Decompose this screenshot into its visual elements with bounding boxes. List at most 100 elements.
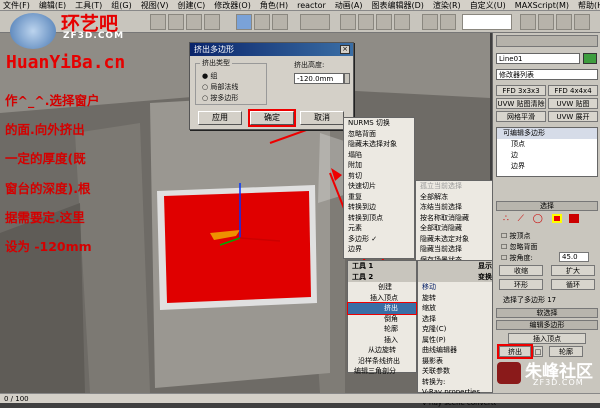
menu-6[interactable]: 修改器(O): [214, 0, 251, 11]
menu-item[interactable]: 缩放: [418, 303, 496, 314]
object-name-field[interactable]: Line01: [496, 53, 580, 64]
menu-12[interactable]: 自定义(U): [470, 0, 506, 11]
border-icon[interactable]: ◯: [533, 214, 543, 224]
menu-item[interactable]: 旋转: [418, 293, 496, 304]
menu-item[interactable]: 属性(P): [418, 335, 496, 346]
select-by-name-icon[interactable]: [186, 14, 202, 30]
scale-icon[interactable]: [272, 14, 288, 30]
curve-editor-icon[interactable]: [520, 14, 536, 30]
menu-5[interactable]: 创建(C): [177, 0, 205, 11]
radio-group[interactable]: ● 组: [202, 71, 217, 81]
close-icon[interactable]: ×: [340, 45, 350, 54]
menu-item[interactable]: 轮廓: [348, 324, 416, 335]
uvw-map-button[interactable]: UVW 贴图: [548, 98, 598, 109]
uvw-clear-button[interactable]: UVW 贴图清除: [496, 98, 546, 109]
menu-item[interactable]: 忽略背面: [344, 129, 414, 140]
menu-item[interactable]: 元素: [344, 223, 414, 234]
menu-9[interactable]: 动画(A): [335, 0, 363, 11]
cancel-button[interactable]: 取消: [300, 111, 344, 125]
menu-item[interactable]: 隐藏未选定对象: [416, 234, 492, 245]
menu-item[interactable]: 隐藏未选择对象: [344, 139, 414, 150]
by-vertex-checkbox[interactable]: ☐ 按顶点: [501, 231, 531, 241]
menu-4[interactable]: 视图(V): [141, 0, 169, 11]
pivot-icon[interactable]: [340, 14, 356, 30]
menu-item-checked[interactable]: 多边形 ✓: [344, 234, 414, 245]
radio-local-normal[interactable]: ○ 局部法线: [202, 82, 238, 92]
ring-button[interactable]: 环形: [499, 279, 543, 290]
menu-item[interactable]: 沿样条线挤出: [348, 356, 416, 367]
apply-button[interactable]: 应用: [198, 111, 242, 125]
menu-8[interactable]: reactor: [297, 1, 326, 10]
menu-item[interactable]: 隐藏当前选择: [416, 244, 492, 255]
reference-coord-dropdown[interactable]: [300, 14, 330, 30]
menu-item[interactable]: 全部取消隐藏: [416, 223, 492, 234]
percent-snap-icon[interactable]: [394, 14, 410, 30]
by-angle-checkbox[interactable]: ☐ 按角度:: [501, 253, 533, 263]
move-icon[interactable]: [236, 14, 252, 30]
menu-item[interactable]: 插入: [348, 335, 416, 346]
radio-by-polygon[interactable]: ○ 按多边形: [202, 93, 238, 103]
selection-rollout-header[interactable]: 选择: [496, 201, 598, 211]
element-icon[interactable]: [569, 214, 579, 223]
extrude-height-input[interactable]: -120.0mm: [294, 73, 344, 84]
menu-item[interactable]: 附加: [344, 160, 414, 171]
menu-item[interactable]: 倒角: [348, 314, 416, 325]
menu-item[interactable]: 移动: [418, 282, 496, 293]
menu-item[interactable]: 快速切片: [344, 181, 414, 192]
menu-item[interactable]: 从边旋转: [348, 345, 416, 356]
time-slider-status[interactable]: 0 / 100: [0, 393, 600, 403]
menu-item[interactable]: 冻结当前选择: [416, 202, 492, 213]
window-crossing-icon[interactable]: [204, 14, 220, 30]
mirror-icon[interactable]: [422, 14, 438, 30]
menu-item[interactable]: 关联参数: [418, 366, 496, 377]
object-color-swatch[interactable]: [583, 53, 597, 64]
ok-button[interactable]: 确定: [250, 111, 294, 125]
menu-11[interactable]: 渲染(R): [433, 0, 461, 11]
stack-item[interactable]: 边界: [497, 161, 597, 172]
render-setup-icon[interactable]: [556, 14, 572, 30]
insert-vertex-button[interactable]: 插入顶点: [508, 333, 586, 344]
select-icon[interactable]: [150, 14, 166, 30]
angle-snap-icon[interactable]: [376, 14, 392, 30]
menu-item[interactable]: 转换为:: [418, 377, 496, 388]
vertex-icon[interactable]: ∴: [503, 214, 509, 224]
menu-item[interactable]: 摄影表: [418, 356, 496, 367]
height-spinner[interactable]: [344, 73, 350, 84]
align-icon[interactable]: [440, 14, 456, 30]
menu-item[interactable]: 边界: [344, 244, 414, 255]
menu-item[interactable]: 孤立当前选择: [416, 181, 492, 192]
material-editor-icon[interactable]: [538, 14, 554, 30]
menu-item[interactable]: NURMS 切换: [344, 118, 414, 129]
menu-10[interactable]: 图表编辑器(D): [371, 0, 423, 11]
loop-button[interactable]: 循环: [551, 279, 595, 290]
select-region-icon[interactable]: [168, 14, 184, 30]
shrink-button[interactable]: 收缩: [499, 265, 543, 276]
ignore-backfacing-checkbox[interactable]: ☐ 忽略背面: [501, 242, 538, 252]
menu-item[interactable]: 按名称取消隐藏: [416, 213, 492, 224]
menu-7[interactable]: 角色(H): [260, 0, 288, 11]
uvw-unwrap-button[interactable]: UVW 展开: [548, 111, 598, 122]
render-icon[interactable]: [574, 14, 590, 30]
menu-item[interactable]: 编辑三角剖分: [348, 366, 416, 377]
grow-button[interactable]: 扩大: [551, 265, 595, 276]
menu-item[interactable]: 全部解冻: [416, 192, 492, 203]
menu-item[interactable]: 曲线编辑器: [418, 345, 496, 356]
stack-item[interactable]: 顶点: [497, 139, 597, 150]
named-selection-field[interactable]: [462, 14, 512, 30]
rotate-icon[interactable]: [254, 14, 270, 30]
menu-item[interactable]: 转换到顶点: [344, 213, 414, 224]
edit-polygons-header[interactable]: 编辑多边形: [496, 320, 598, 330]
angle-input[interactable]: 45.0: [559, 252, 589, 262]
meshsmooth-button[interactable]: 网格平滑: [496, 111, 546, 122]
menu-item[interactable]: 选择: [418, 314, 496, 325]
menu-item[interactable]: 转换到边: [344, 202, 414, 213]
menu-item[interactable]: 重复: [344, 192, 414, 203]
polygon-icon[interactable]: [552, 214, 562, 223]
menu-14[interactable]: 帮助(H): [578, 0, 600, 11]
ffd333-button[interactable]: FFD 3x3x3: [496, 85, 546, 96]
command-panel-tabs[interactable]: [496, 35, 598, 47]
menu-item[interactable]: 创建: [348, 282, 416, 293]
soft-selection-header[interactable]: 软选择: [496, 308, 598, 318]
edge-icon[interactable]: ⟋: [518, 214, 524, 224]
ffd444-button[interactable]: FFD 4x4x4: [548, 85, 598, 96]
